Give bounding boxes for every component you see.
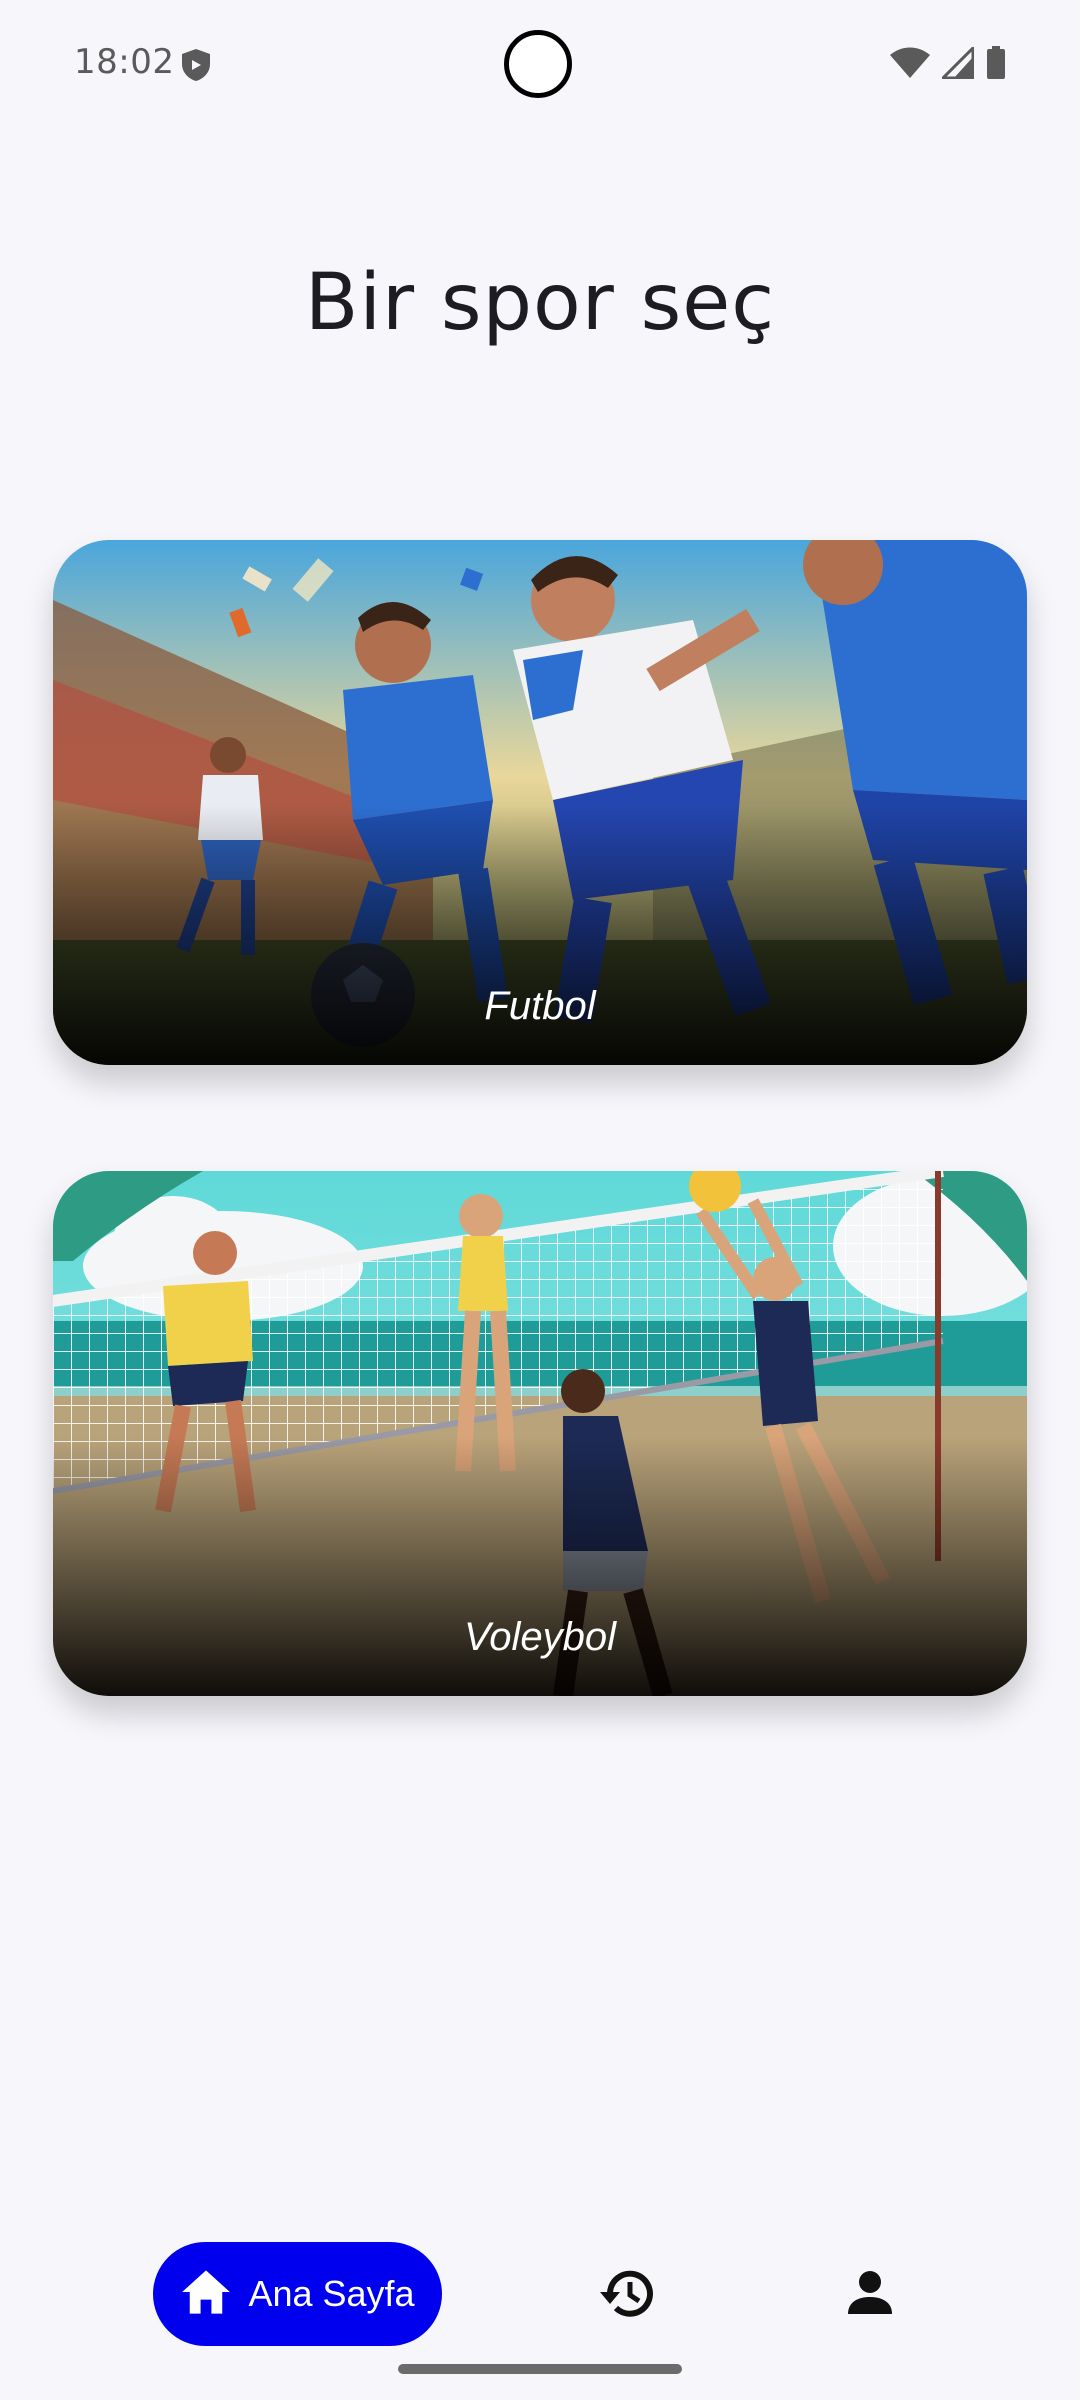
battery-icon xyxy=(986,46,1006,84)
home-icon xyxy=(180,2268,232,2320)
bottom-nav: Ana Sayfa xyxy=(0,2230,1080,2350)
sport-card-label: Voleybol xyxy=(464,1615,616,1659)
history-icon xyxy=(596,2270,660,2330)
gesture-handle xyxy=(398,2364,682,2374)
sport-card-label: Futbol xyxy=(484,984,596,1028)
nav-history-button[interactable] xyxy=(596,2262,660,2326)
status-time: 18:02 xyxy=(74,42,175,82)
status-icons xyxy=(890,44,1006,84)
sport-card-futbol[interactable]: Futbol xyxy=(53,540,1027,1065)
nav-home-label: Ana Sayfa xyxy=(248,2273,415,2314)
page-title: Bir spor seç xyxy=(304,258,776,348)
nav-profile-button[interactable] xyxy=(838,2262,902,2326)
sport-list: Futbol Voleybol xyxy=(53,540,1027,1696)
shield-icon xyxy=(180,48,212,82)
wifi-icon xyxy=(890,47,930,83)
sport-card-voleybol[interactable]: Voleybol xyxy=(53,1171,1027,1696)
camera-cutout xyxy=(504,30,572,98)
person-icon xyxy=(838,2271,902,2330)
signal-icon xyxy=(939,44,975,83)
nav-home-button[interactable]: Ana Sayfa xyxy=(153,2242,442,2346)
status-bar: 18:02 xyxy=(0,0,1080,130)
